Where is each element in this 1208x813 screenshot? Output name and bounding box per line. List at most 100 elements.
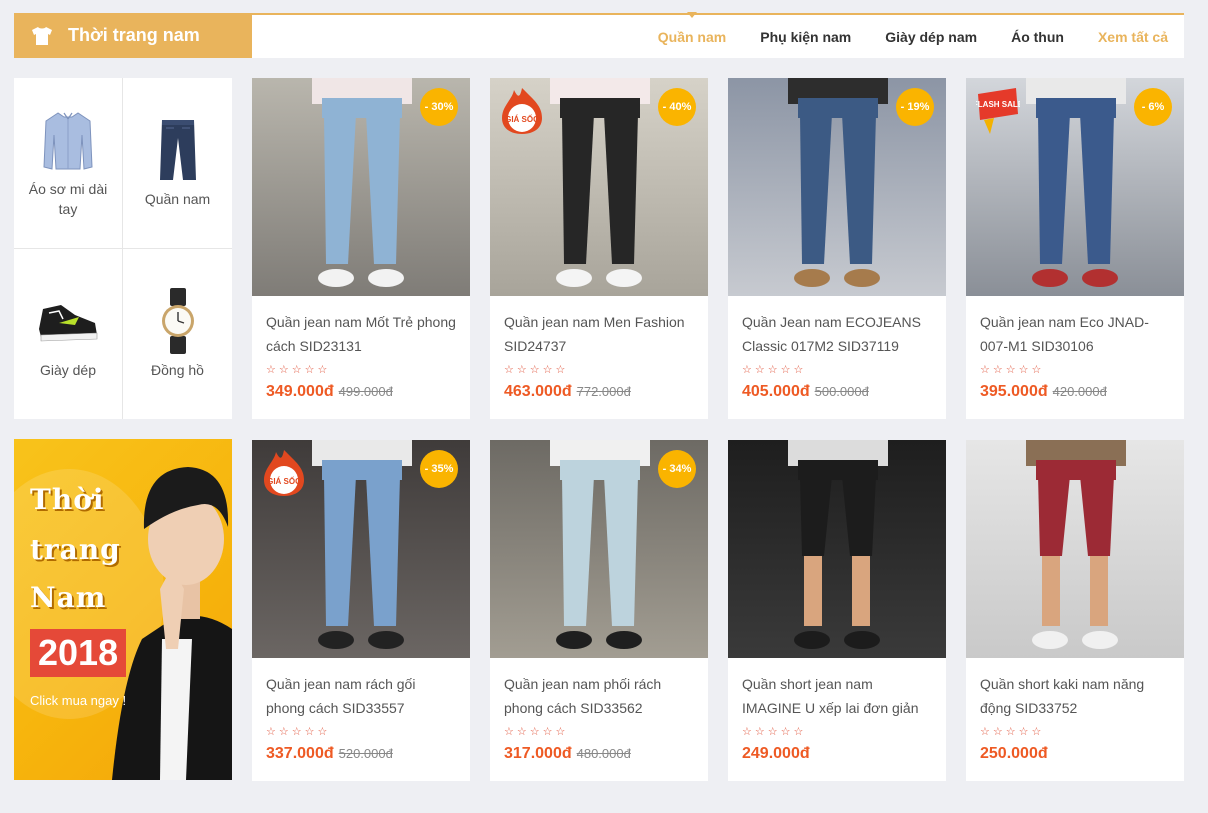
product-name[interactable]: Quần jean nam phối rách phong cách SID33… <box>504 672 694 720</box>
product-name[interactable]: Quần short jean nam IMAGINE U xếp lai đơ… <box>742 672 932 720</box>
product-price: 395.000đ <box>980 383 1048 400</box>
star-icon: ☆ <box>278 726 289 738</box>
promo-banner[interactable]: Thời trang Nam 2018 Click mua ngay ! <box>14 439 232 780</box>
product-image[interactable]: - 6% FLASH SALE <box>966 78 1184 296</box>
star-icon: ☆ <box>529 364 540 376</box>
star-icon: ☆ <box>504 726 514 738</box>
star-icon: ☆ <box>992 726 1003 738</box>
product-name[interactable]: Quần Jean nam ECOJEANS Classic 017M2 SID… <box>742 310 932 358</box>
category-header: Thời trang nam Quần nam Phụ kiện nam Già… <box>14 13 1184 58</box>
shirt-icon <box>43 112 93 170</box>
product-price: 337.000đ <box>266 745 334 762</box>
see-all-link[interactable]: Xem tất cả <box>1098 29 1168 45</box>
jeans-icon <box>159 119 196 180</box>
star-icon: ☆ <box>304 364 315 376</box>
star-icon: ☆ <box>980 364 990 376</box>
banner-model-image <box>112 467 232 780</box>
product-image[interactable]: - 35% GIÁ SỐC <box>252 440 470 658</box>
star-icon: ☆ <box>793 364 804 376</box>
product-price: 405.000đ <box>742 383 810 400</box>
product-name[interactable]: Quần short kaki nam năng động SID33752 <box>980 672 1170 720</box>
sticker-text: GIÁ SỐC <box>267 476 301 486</box>
product-image[interactable]: - 30% <box>252 78 470 296</box>
star-icon: ☆ <box>278 364 289 376</box>
star-icon: ☆ <box>754 726 765 738</box>
product-card[interactable]: - 35% GIÁ SỐC Quần jean nam rách gối pho… <box>252 440 470 781</box>
product-old-price: 420.000đ <box>1052 384 1107 399</box>
product-image[interactable]: - 34% <box>490 440 708 658</box>
star-icon: ☆ <box>516 726 527 738</box>
product-card[interactable]: Quần short jean nam IMAGINE U xếp lai đơ… <box>728 440 946 781</box>
star-icon: ☆ <box>767 364 778 376</box>
category-title-block[interactable]: Thời trang nam <box>14 13 252 58</box>
banner-year: 2018 <box>30 629 127 677</box>
banner-cta[interactable]: Click mua ngay ! <box>30 693 126 708</box>
product-image[interactable] <box>966 440 1184 658</box>
star-icon: ☆ <box>266 364 276 376</box>
rating-stars: ☆ ☆ ☆ ☆ ☆ <box>504 726 694 740</box>
tab-quan-nam[interactable]: Quần nam <box>658 29 726 45</box>
category-title: Thời trang nam <box>68 25 200 45</box>
rating-stars: ☆ ☆ ☆ ☆ ☆ <box>742 364 932 378</box>
product-card[interactable]: - 19% Quần Jean nam ECOJEANS Classic 017… <box>728 78 946 419</box>
sticker-text: FLASH SALE <box>976 100 1020 109</box>
subcategory-label: Quần nam <box>144 190 211 207</box>
discount-badge: - 35% <box>420 450 458 488</box>
product-price: 349.000đ <box>266 383 334 400</box>
watch-icon <box>161 287 194 354</box>
star-icon: ☆ <box>742 726 752 738</box>
star-icon: ☆ <box>754 364 765 376</box>
product-card[interactable]: Quần short kaki nam năng động SID33752 ☆… <box>966 440 1184 781</box>
product-info: Quần jean nam rách gối phong cách SID335… <box>252 658 470 763</box>
product-card[interactable]: - 30% Quần jean nam Mốt Trẻ phong cách S… <box>252 78 470 419</box>
subcategory-giay-dep[interactable]: Giày dép <box>14 248 123 419</box>
subcategory-ao-so-mi[interactable]: Áo sơ mi dài tay <box>14 78 123 249</box>
sticker-text: GIÁ SỐC <box>505 114 539 124</box>
tab-ao-thun[interactable]: Áo thun <box>1011 29 1064 45</box>
flash-sale-sticker: FLASH SALE <box>976 88 1020 134</box>
product-image[interactable]: - 19% <box>728 78 946 296</box>
subcategory-quan-nam[interactable]: Quần nam <box>123 78 232 249</box>
rating-stars: ☆ ☆ ☆ ☆ ☆ <box>504 364 694 378</box>
price-row: 463.000đ 772.000đ <box>504 383 694 401</box>
tab-phu-kien-nam[interactable]: Phụ kiện nam <box>760 29 851 45</box>
star-icon: ☆ <box>780 364 791 376</box>
star-icon: ☆ <box>992 364 1003 376</box>
star-icon: ☆ <box>317 726 328 738</box>
product-card[interactable]: - 40% GIÁ SỐC Quần jean nam Men Fashion … <box>490 78 708 419</box>
star-icon: ☆ <box>980 726 990 738</box>
hot-price-sticker: GIÁ SỐC <box>502 88 542 134</box>
discount-badge: - 40% <box>658 88 696 126</box>
product-info: Quần jean nam Men Fashion SID24737 ☆ ☆ ☆ ☆ ☆… <box>490 296 708 401</box>
product-image[interactable]: - 40% GIÁ SỐC <box>490 78 708 296</box>
product-card[interactable]: - 6% FLASH SALE Quần jean nam Eco JNAD-0… <box>966 78 1184 419</box>
subcategory-dong-ho[interactable]: Đồng hồ <box>123 249 232 420</box>
star-icon: ☆ <box>542 726 553 738</box>
product-name[interactable]: Quần jean nam Mốt Trẻ phong cách SID2313… <box>266 310 456 358</box>
product-info: Quần short jean nam IMAGINE U xếp lai đơ… <box>728 658 946 763</box>
rating-stars: ☆ ☆ ☆ ☆ ☆ <box>742 726 932 740</box>
banner-line-2: trang <box>30 533 121 566</box>
sneaker-icon <box>39 304 98 342</box>
product-name[interactable]: Quần jean nam Eco JNAD-007-M1 SID30106 <box>980 310 1170 358</box>
product-card[interactable]: - 34% Quần jean nam phối rách phong cách… <box>490 440 708 781</box>
product-name[interactable]: Quần jean nam Men Fashion SID24737 <box>504 310 694 358</box>
star-icon: ☆ <box>742 364 752 376</box>
price-row: 395.000đ 420.000đ <box>980 383 1170 401</box>
product-image[interactable] <box>728 440 946 658</box>
discount-badge: - 6% <box>1134 88 1172 126</box>
star-icon: ☆ <box>780 726 791 738</box>
hot-price-sticker: GIÁ SỐC <box>264 450 304 496</box>
product-name[interactable]: Quần jean nam rách gối phong cách SID335… <box>266 672 456 720</box>
star-icon: ☆ <box>304 726 315 738</box>
star-icon: ☆ <box>291 364 302 376</box>
star-icon: ☆ <box>1018 364 1029 376</box>
star-icon: ☆ <box>542 364 553 376</box>
subcategory-grid: Áo sơ mi dài tay Quần nam Giày dép Đồng … <box>14 78 232 419</box>
banner-line-1: Thời <box>30 483 105 516</box>
subcategory-label: Đồng hồ <box>151 361 204 378</box>
discount-badge: - 30% <box>420 88 458 126</box>
category-tabs: Quần nam Phụ kiện nam Giày dép nam Áo th… <box>624 15 1184 58</box>
tab-giay-dep-nam[interactable]: Giày dép nam <box>885 29 977 45</box>
discount-badge: - 34% <box>658 450 696 488</box>
